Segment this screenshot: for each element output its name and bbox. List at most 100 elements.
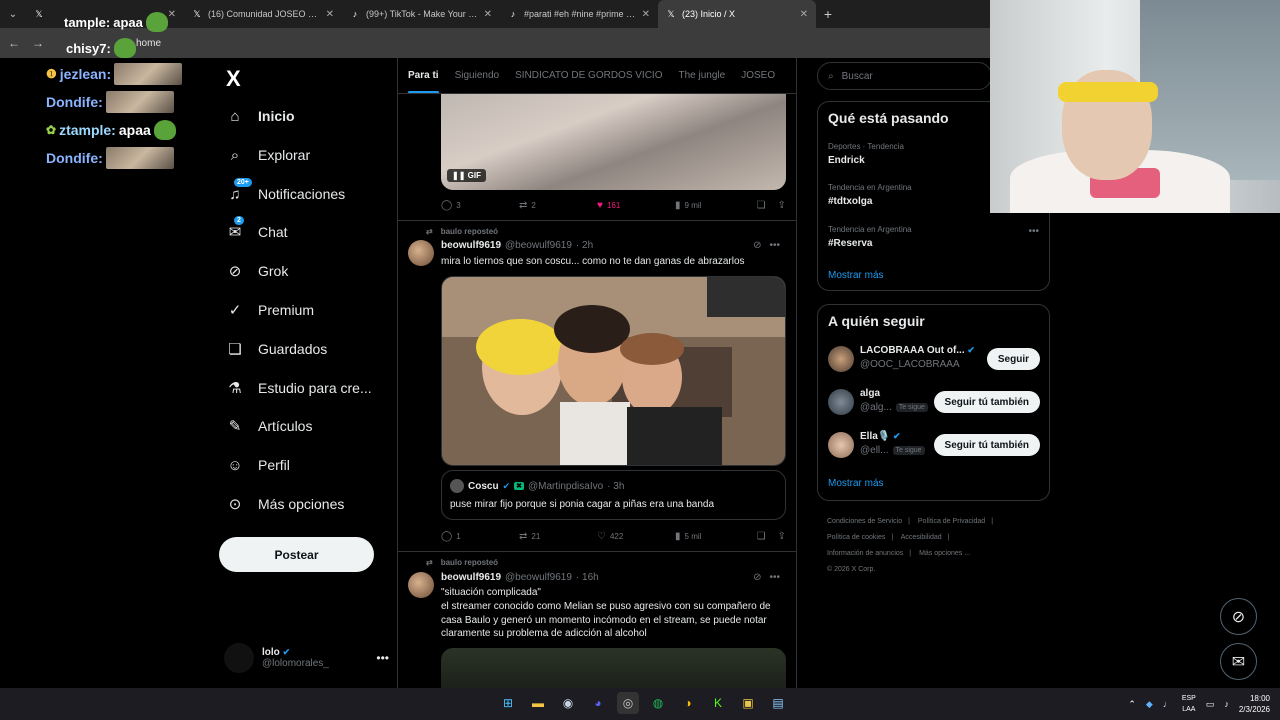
footer-link[interactable]: Política de Privacidad <box>918 518 985 525</box>
post[interactable]: beowulf9619 @beowulf9619 · 16h ⊘ ••• "sit… <box>408 572 788 647</box>
post-button[interactable]: Postear <box>219 537 374 572</box>
nav-item-explorar[interactable]: ⌕ Explorar <box>226 140 310 170</box>
post-photo[interactable] <box>441 276 786 466</box>
post-handle[interactable]: @beowulf9619 <box>505 240 572 251</box>
volume-icon[interactable]: ♪ <box>1224 699 1229 709</box>
tab-the-jungle[interactable]: The jungle <box>679 70 726 81</box>
avatar[interactable] <box>408 240 434 266</box>
tab-search-icon[interactable]: ⌄ <box>0 0 26 28</box>
language-indicator[interactable]: ESP LAA <box>1182 693 1196 715</box>
notepad-icon[interactable]: ▤ <box>767 692 789 714</box>
search-input[interactable] <box>841 70 972 82</box>
post-author[interactable]: beowulf9619 <box>441 240 501 251</box>
repost-button[interactable]: ⇄ 21 <box>519 531 597 542</box>
nav-item-inicio[interactable]: ⌂ Inicio <box>226 101 294 131</box>
like-button[interactable]: ♡ 422 <box>597 531 675 542</box>
footer-link[interactable]: Política de cookies <box>827 534 885 541</box>
obs-icon[interactable]: ◎ <box>617 692 639 714</box>
close-icon[interactable]: ✕ <box>642 9 650 20</box>
more-icon[interactable]: ••• <box>1028 226 1039 237</box>
reply-button[interactable]: ◯ 3 <box>441 200 519 211</box>
follow-suggestion[interactable]: alga @alg... Te sigue Seguir tú también <box>828 388 1040 418</box>
messages-float-button[interactable]: ✉ <box>1220 643 1257 680</box>
nav-item-articulos[interactable]: ✎ Artículos <box>226 411 313 441</box>
chevron-up-icon[interactable]: ⌃ <box>1128 699 1136 710</box>
nav-item-guardados[interactable]: ❏ Guardados <box>226 334 327 364</box>
close-icon[interactable]: ✕ <box>484 9 492 20</box>
views-button[interactable]: ▮ 5 mil <box>675 531 753 542</box>
forward-icon[interactable]: → <box>32 36 44 50</box>
post-time[interactable]: · 16h <box>576 572 599 583</box>
network-icon[interactable]: ▭ <box>1206 699 1215 710</box>
trends-show-more[interactable]: Mostrar más <box>828 270 884 281</box>
microphone-icon[interactable]: ♩ <box>1163 699 1172 709</box>
start-icon[interactable]: ⊞ <box>497 692 519 714</box>
gif-badge[interactable]: ❚❚ GIF <box>447 169 486 182</box>
trend-item[interactable]: Tendencia en Argentina #Reserva <box>828 225 912 249</box>
repost-context[interactable]: ⇄ baulo reposteó <box>426 227 498 236</box>
nav-item-perfil[interactable]: ☺ Perfil <box>226 450 290 480</box>
browser-tab[interactable]: ♪ (99+) TikTok - Make Your Day ✕ <box>342 0 500 28</box>
nav-item-estudio[interactable]: ⚗ Estudio para cre... <box>226 373 371 403</box>
search-box[interactable]: ⌕ <box>817 62 992 90</box>
chrome-icon[interactable]: ◑ <box>677 692 699 714</box>
share-icon[interactable]: ⇪ <box>778 531 786 542</box>
clock[interactable]: 18:00 2/3/2026 <box>1239 693 1270 715</box>
bookmark-icon[interactable]: ❏ <box>757 531 766 542</box>
nav-item-notificaciones[interactable]: ♫ 20+ Notificaciones <box>226 178 345 209</box>
follow-back-button[interactable]: Seguir tú también <box>933 434 1040 456</box>
app-icon[interactable]: ▣ <box>737 692 759 714</box>
footer-link[interactable]: Condiciones de Servicio <box>827 518 902 525</box>
views-button[interactable]: ▮ 9 mil <box>675 200 753 211</box>
footer-link[interactable]: Información de anuncios <box>827 550 903 557</box>
post-media[interactable] <box>441 648 786 688</box>
new-tab-icon[interactable]: + <box>816 6 840 22</box>
security-icon[interactable]: ◆ <box>1146 699 1153 710</box>
follow-back-button[interactable]: Seguir tú también <box>933 391 1040 413</box>
browser-tab[interactable]: 𝕏 (16) Comunidad JOSEO PRIME ✕ <box>184 0 342 28</box>
close-icon[interactable]: ✕ <box>800 9 808 20</box>
follow-button[interactable]: Seguir <box>986 348 1040 370</box>
close-icon[interactable]: ✕ <box>326 9 334 20</box>
more-options-icon[interactable]: ••• <box>376 651 389 665</box>
post-handle[interactable]: @beowulf9619 <box>505 572 572 583</box>
tab-sindicato[interactable]: SINDICATO DE GORDOS VICIO <box>515 70 662 81</box>
tab-para-ti[interactable]: Para ti <box>408 58 439 93</box>
gif-media[interactable]: ❚❚ GIF <box>441 94 786 190</box>
account-switcher[interactable]: lolo ✔ @lolomorales_ ••• <box>224 643 389 673</box>
nav-item-mas-opciones[interactable]: ⊙ Más opciones <box>226 489 345 519</box>
nav-item-premium[interactable]: ✓ Premium <box>226 295 314 325</box>
trend-item[interactable]: Deportes · Tendencia Endrick <box>828 142 904 166</box>
close-icon[interactable]: ✕ <box>168 9 176 20</box>
tab-joseo[interactable]: JOSEO <box>741 70 775 81</box>
post-time[interactable]: · 2h <box>576 240 593 251</box>
discord-icon[interactable]: ◕ <box>587 692 609 714</box>
grok-float-button[interactable]: ⊘ <box>1220 598 1257 635</box>
bookmark-icon[interactable]: ❏ <box>757 200 766 211</box>
grok-icon[interactable]: ⊘ <box>753 240 761 251</box>
like-button[interactable]: ♥ 161 <box>597 200 675 211</box>
reply-button[interactable]: ◯ 1 <box>441 531 519 542</box>
browser-tab[interactable]: ♪ #parati #eh #nine #prime | mel ✕ <box>500 0 658 28</box>
more-icon[interactable]: ••• <box>769 572 780 583</box>
spotify-icon[interactable]: ◍ <box>647 692 669 714</box>
nav-item-chat[interactable]: ✉ 2 Chat <box>226 216 288 247</box>
follow-suggestion[interactable]: LACOBRAAA Out of... ✔ @OOC_LACOBRAAA Seg… <box>828 345 1040 375</box>
grok-icon[interactable]: ⊘ <box>753 572 761 583</box>
footer-link[interactable]: Accesibilidad <box>901 534 942 541</box>
follow-show-more[interactable]: Mostrar más <box>828 478 884 489</box>
quoted-post[interactable]: Coscu ✔ ✖ @MartinpdisaIvo · 3h puse mira… <box>441 470 786 520</box>
back-icon[interactable]: ← <box>8 36 20 50</box>
url-field[interactable]: home <box>136 38 161 49</box>
more-icon[interactable]: ••• <box>769 240 780 251</box>
steam-icon[interactable]: ◉ <box>557 692 579 714</box>
browser-tab-active[interactable]: 𝕏 (23) Inicio / X ✕ <box>658 0 816 28</box>
follow-suggestion[interactable]: Ella🎙️ ✔ @ell... Te sigue Seguir tú tambi… <box>828 431 1040 461</box>
x-logo[interactable]: X <box>226 66 241 92</box>
repost-button[interactable]: ⇄ 2 <box>519 200 597 211</box>
avatar[interactable] <box>408 572 434 598</box>
nav-item-grok[interactable]: ⊘ Grok <box>226 256 289 286</box>
post-author[interactable]: beowulf9619 <box>441 572 501 583</box>
kick-icon[interactable]: K <box>707 692 729 714</box>
repost-context[interactable]: ⇄ baulo reposteó <box>426 558 498 567</box>
